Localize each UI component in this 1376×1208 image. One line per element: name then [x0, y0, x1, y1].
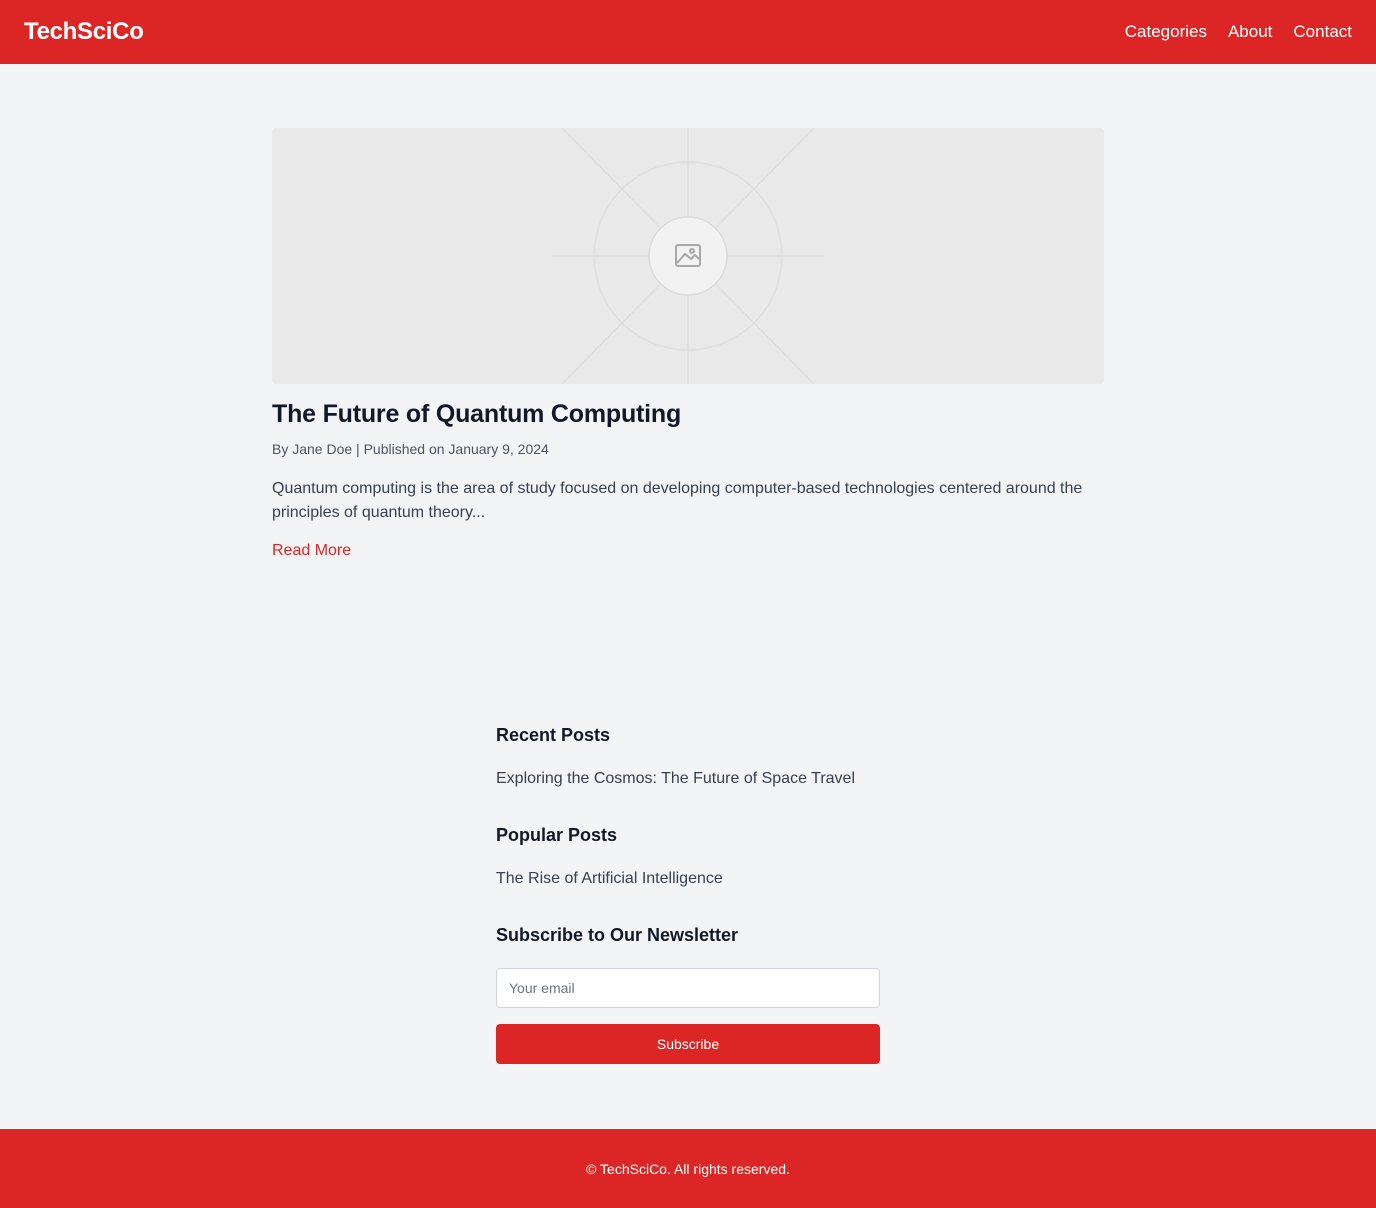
popular-post-link[interactable]: The Rise of Artificial Intelligence — [496, 870, 723, 888]
subscribe-button[interactable]: Subscribe — [496, 1024, 880, 1064]
site-footer: © TechSciCo. All rights reserved. — [0, 1129, 1376, 1208]
nav-contact[interactable]: Contact — [1293, 22, 1352, 42]
image-placeholder-icon — [272, 128, 1104, 384]
site-header: TechSciCo Categories About Contact — [0, 0, 1376, 64]
newsletter-heading: Subscribe to Our Newsletter — [496, 925, 739, 945]
nav-categories[interactable]: Categories — [1125, 22, 1207, 42]
copyright-text: © TechSciCo. All rights reserved. — [586, 1160, 790, 1177]
recent-posts-heading: Recent Posts — [496, 725, 611, 745]
read-more-link[interactable]: Read More — [272, 542, 351, 560]
popular-posts-heading: Popular Posts — [496, 825, 618, 845]
article-byline: By Jane Doe | Published on January 9, 20… — [272, 441, 549, 457]
site-logo[interactable]: TechSciCo — [24, 18, 144, 46]
article-excerpt: Quantum computing is the area of study f… — [272, 480, 1083, 521]
article-title[interactable]: The Future of Quantum Computing — [272, 400, 681, 429]
article-image — [272, 128, 1104, 384]
main-nav: Categories About Contact — [1125, 22, 1352, 42]
email-field[interactable] — [496, 968, 880, 1008]
nav-about[interactable]: About — [1228, 22, 1272, 42]
recent-post-link[interactable]: Exploring the Cosmos: The Future of Spac… — [496, 770, 855, 788]
